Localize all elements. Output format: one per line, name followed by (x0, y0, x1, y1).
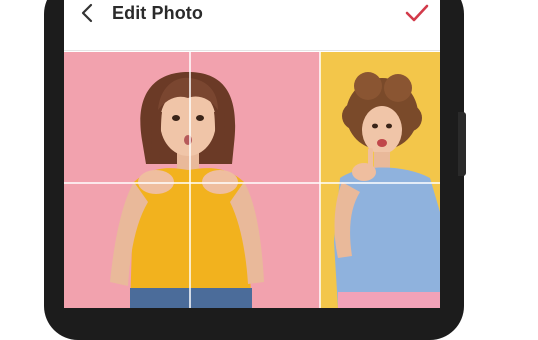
grid-line-vertical-2 (319, 52, 321, 308)
photo-right[interactable] (320, 52, 440, 308)
checkmark-icon (405, 4, 429, 22)
app-header: Edit Photo (64, 0, 440, 51)
photo-left-illustration (64, 52, 320, 308)
photo-canvas[interactable] (64, 52, 440, 308)
back-button[interactable] (70, 0, 104, 26)
grid-line-vertical-1 (189, 52, 191, 308)
photo-left[interactable] (64, 52, 320, 308)
phone-side-button (458, 112, 466, 176)
page-title: Edit Photo (112, 3, 203, 23)
confirm-button[interactable] (400, 0, 434, 26)
grid-line-horizontal-1 (64, 182, 440, 184)
chevron-left-icon (81, 3, 93, 23)
phone-screen: Edit Photo (64, 0, 440, 308)
photo-right-illustration (320, 52, 440, 308)
